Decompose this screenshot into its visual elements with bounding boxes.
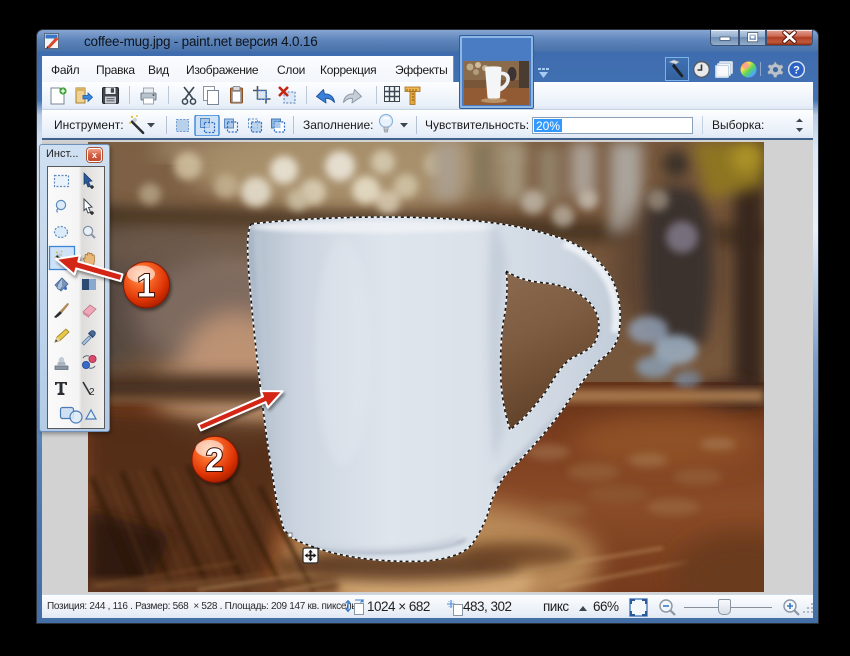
svg-text:2: 2	[89, 387, 95, 398]
svg-text:?: ?	[793, 64, 800, 76]
